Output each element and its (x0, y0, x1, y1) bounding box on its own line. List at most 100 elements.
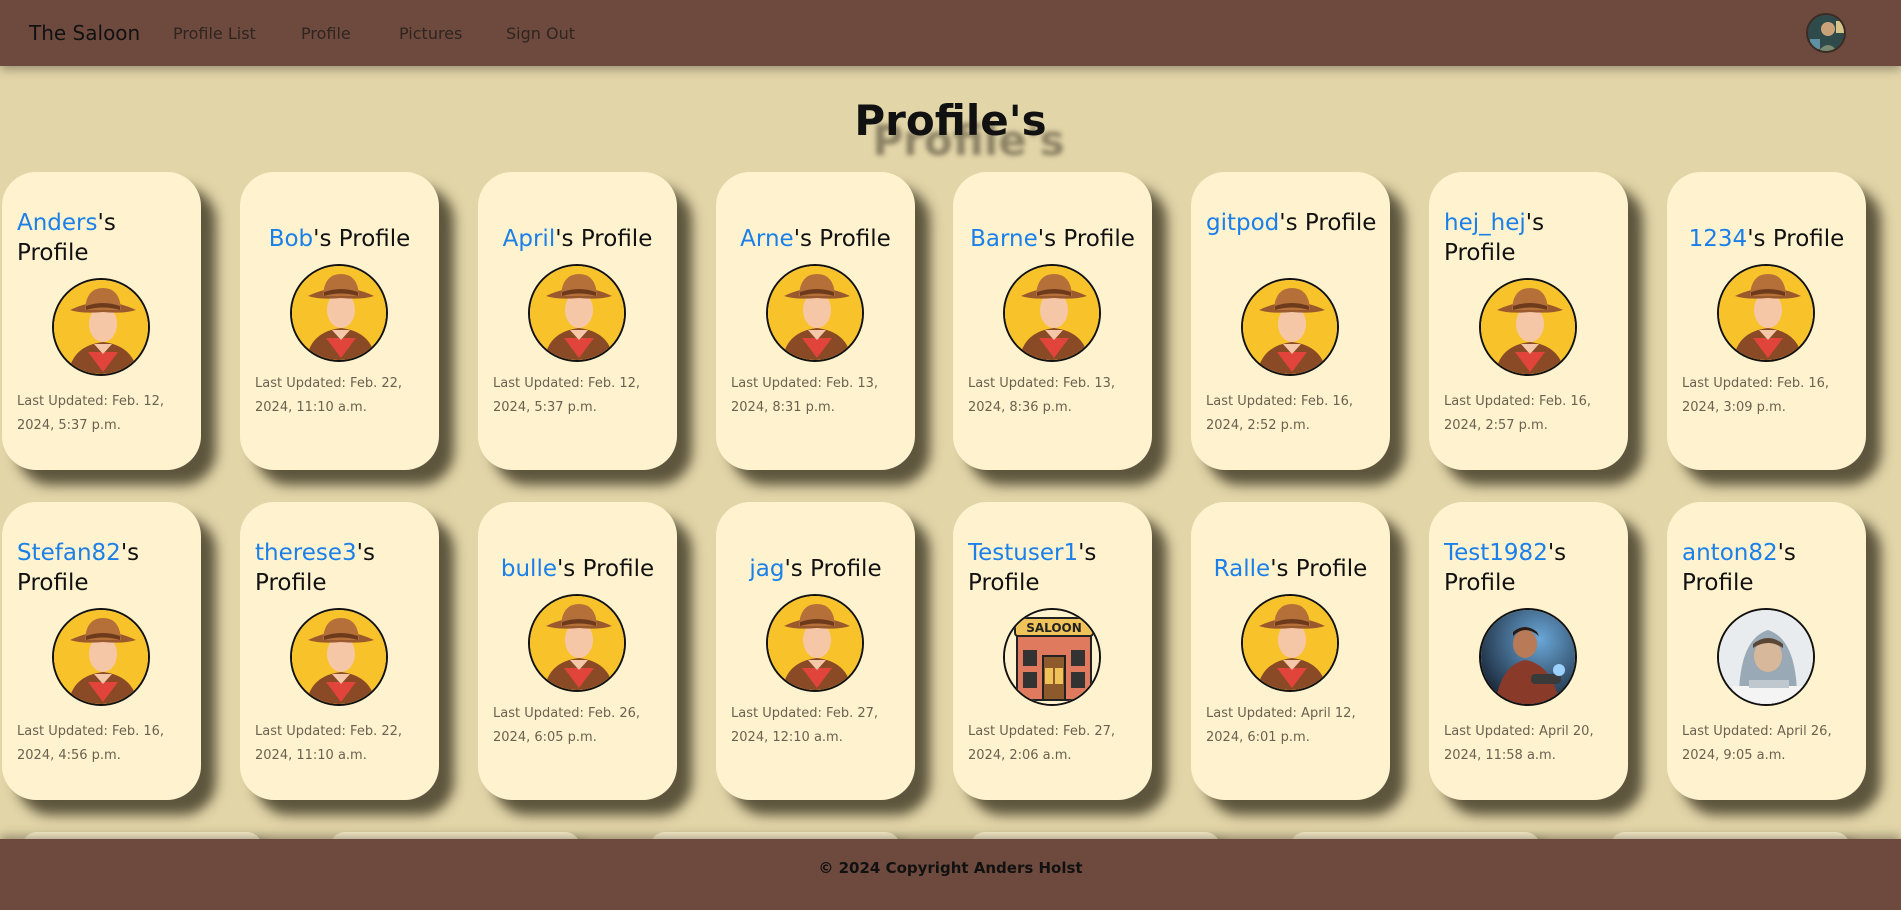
navbar: The Saloon Profile List Profile Pictures… (0, 0, 1901, 66)
profile-username-link[interactable]: hej_hej (1444, 210, 1526, 236)
profile-username-link[interactable]: Arne (740, 226, 794, 252)
last-updated-text: Last Updated: Feb. 12, 2024, 5:37 p.m. (17, 394, 165, 433)
profile-username-link[interactable]: Test1982 (1444, 540, 1548, 566)
page-title: Profile's (854, 96, 1047, 145)
profile-card: hej_hej's Profile Last Updated: Feb. 16,… (1429, 172, 1628, 470)
profile-card: 1234's Profile Last Updated: Feb. 16, 20… (1667, 172, 1866, 470)
profile-card-title: Barne's Profile (961, 224, 1144, 254)
profile-card: therese3's Profile Last Updated: Feb. 22… (240, 502, 439, 800)
profile-card: Stefan82's Profile Last Updated: Feb. 16… (2, 502, 201, 800)
profile-card: Anders's Profile Last Updated: Feb. 12, … (2, 172, 201, 470)
profile-avatar (528, 594, 626, 692)
profile-card-title: Ralle's Profile (1199, 554, 1382, 584)
profile-card: Barne's Profile Last Updated: Feb. 13, 2… (953, 172, 1152, 470)
profile-username-link[interactable]: Stefan82 (17, 540, 121, 566)
profile-avatar (290, 264, 388, 362)
last-updated-text: Last Updated: Feb. 12, 2024, 5:37 p.m. (493, 376, 641, 415)
profile-username-link[interactable]: Ralle (1214, 556, 1271, 582)
profile-card: Test1982's Profile Last Updated: April 2… (1429, 502, 1628, 800)
profile-title-suffix: 's Profile (793, 226, 891, 252)
last-updated-text: Last Updated: April 12, 2024, 6:01 p.m. (1206, 706, 1356, 745)
last-updated-text: Last Updated: Feb. 27, 2024, 2:06 a.m. (968, 724, 1116, 763)
profile-title-suffix: 's Profile (313, 226, 411, 252)
last-updated-text: Last Updated: April 20, 2024, 11:58 a.m. (1444, 724, 1594, 763)
profile-card-title: jag's Profile (724, 554, 907, 584)
profile-card-title: Anders's Profile (17, 208, 191, 268)
profile-avatar (1241, 278, 1339, 376)
profile-avatar (290, 608, 388, 706)
profile-card-title: gitpod's Profile (1206, 208, 1380, 238)
profile-username-link[interactable]: Anders (17, 210, 98, 236)
profile-avatar (766, 264, 864, 362)
profile-avatar (766, 594, 864, 692)
profile-card-title: bulle's Profile (486, 554, 669, 584)
brand-link[interactable]: The Saloon (29, 21, 140, 45)
last-updated-text: Last Updated: Feb. 16, 2024, 2:52 p.m. (1206, 394, 1354, 433)
profile-username-link[interactable]: Bob (269, 226, 313, 252)
profile-username-link[interactable]: jag (749, 556, 784, 582)
profile-card: gitpod's Profile Last Updated: Feb. 16, … (1191, 172, 1390, 470)
footer: © 2024 Copyright Anders Holst (0, 839, 1901, 910)
nav-link-pictures[interactable]: Pictures (399, 24, 462, 43)
profile-username-link[interactable]: 1234 (1689, 226, 1748, 252)
profile-card-title: Test1982's Profile (1444, 538, 1618, 598)
last-updated-text: Last Updated: Feb. 22, 2024, 11:10 a.m. (255, 724, 403, 763)
profile-avatar (1717, 264, 1815, 362)
nav-link-profile-list[interactable]: Profile List (173, 24, 256, 43)
svg-text:SALOON: SALOON (1026, 621, 1082, 635)
user-avatar[interactable] (1806, 13, 1846, 53)
profile-card-title: April's Profile (486, 224, 669, 254)
last-updated-text: Last Updated: Feb. 26, 2024, 6:05 p.m. (493, 706, 641, 745)
last-updated-text: Last Updated: Feb. 13, 2024, 8:31 p.m. (731, 376, 879, 415)
profile-card: bulle's Profile Last Updated: Feb. 26, 2… (478, 502, 677, 800)
profile-username-link[interactable]: Testuser1 (968, 540, 1078, 566)
profile-username-link[interactable]: Barne (970, 226, 1038, 252)
profile-avatar (52, 278, 150, 376)
profile-title-suffix: 's Profile (556, 556, 655, 582)
profile-title-suffix: 's Profile (1279, 210, 1377, 236)
profile-card: Ralle's Profile Last Updated: April 12, … (1191, 502, 1390, 800)
profile-card-title: hej_hej's Profile (1444, 208, 1618, 268)
profile-avatar (52, 608, 150, 706)
profile-avatar (1717, 608, 1815, 706)
profile-card: April's Profile Last Updated: Feb. 12, 2… (478, 172, 677, 470)
profile-avatar (1479, 278, 1577, 376)
profile-title-suffix: 's Profile (1037, 226, 1135, 252)
profile-avatar (1241, 594, 1339, 692)
nav-link-sign-out[interactable]: Sign Out (506, 24, 575, 43)
profile-card-title: Arne's Profile (724, 224, 907, 254)
profile-username-link[interactable]: bulle (501, 556, 557, 582)
profile-avatar (1003, 264, 1101, 362)
profile-title-suffix: 's Profile (555, 226, 653, 252)
profile-avatar (1479, 608, 1577, 706)
profile-avatar: SALOON (1003, 608, 1101, 706)
profile-card: Arne's Profile Last Updated: Feb. 13, 20… (716, 172, 915, 470)
profile-card-title: anton82's Profile (1682, 538, 1856, 598)
profile-username-link[interactable]: therese3 (255, 540, 357, 566)
last-updated-text: Last Updated: Feb. 13, 2024, 8:36 p.m. (968, 376, 1116, 415)
profile-username-link[interactable]: gitpod (1206, 210, 1279, 236)
profile-title-suffix: 's Profile (1747, 226, 1845, 252)
profile-card: anton82's Profile Last Updated: April 26… (1667, 502, 1866, 800)
last-updated-text: Last Updated: Feb. 16, 2024, 3:09 p.m. (1682, 376, 1830, 415)
profile-card: Testuser1's Profile SALOON Last Updated:… (953, 502, 1152, 800)
profile-card-title: 1234's Profile (1675, 224, 1858, 254)
profile-title-suffix: 's Profile (1270, 556, 1368, 582)
profile-username-link[interactable]: April (503, 226, 556, 252)
copyright-text: © 2024 Copyright Anders Holst (818, 859, 1083, 877)
profile-card-title: Bob's Profile (248, 224, 431, 254)
last-updated-text: Last Updated: Feb. 22, 2024, 11:10 a.m. (255, 376, 403, 415)
profile-username-link[interactable]: anton82 (1682, 540, 1778, 566)
profile-card: Bob's Profile Last Updated: Feb. 22, 202… (240, 172, 439, 470)
last-updated-text: Last Updated: Feb. 27, 2024, 12:10 a.m. (731, 706, 879, 745)
last-updated-text: Last Updated: Feb. 16, 2024, 4:56 p.m. (17, 724, 165, 763)
profile-card-title: therese3's Profile (255, 538, 429, 598)
nav-link-profile[interactable]: Profile (301, 24, 351, 43)
profile-card-title: Stefan82's Profile (17, 538, 191, 598)
profile-card-title: Testuser1's Profile (968, 538, 1142, 598)
last-updated-text: Last Updated: Feb. 16, 2024, 2:57 p.m. (1444, 394, 1592, 433)
profile-title-suffix: 's Profile (784, 556, 882, 582)
profile-card: jag's Profile Last Updated: Feb. 27, 202… (716, 502, 915, 800)
last-updated-text: Last Updated: April 26, 2024, 9:05 a.m. (1682, 724, 1832, 763)
profile-avatar (528, 264, 626, 362)
